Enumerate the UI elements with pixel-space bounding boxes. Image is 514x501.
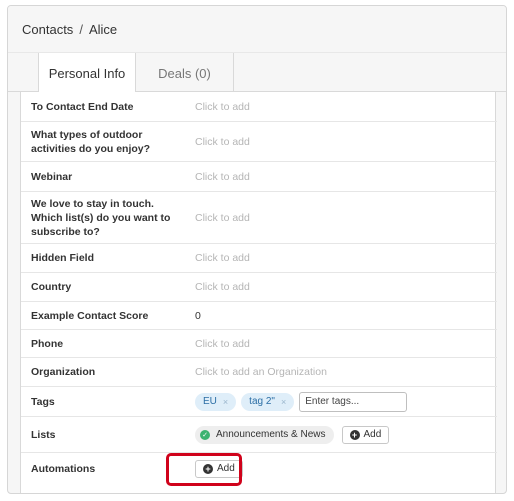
breadcrumb-current: Alice [88, 21, 118, 37]
field-label: What types of outdoor activities do you … [31, 128, 151, 155]
field-value[interactable]: Click to add [189, 330, 497, 357]
field-label: Example Contact Score [31, 309, 149, 322]
field-value[interactable]: Click to add [189, 273, 497, 301]
field-label: We love to stay in touch. Which list(s) … [31, 197, 171, 238]
field-label: Webinar [31, 170, 73, 183]
field-row: We love to stay in touch. Which list(s) … [21, 192, 497, 244]
tag-chip: EU × [195, 392, 237, 411]
add-list-button-label: Add [363, 429, 382, 440]
breadcrumb: Contacts / Alice [8, 6, 506, 52]
check-circle-icon: ✓ [200, 429, 210, 440]
tag-chip-label: EU [203, 396, 217, 407]
list-pill: ✓ Announcements & News [195, 425, 334, 444]
field-row: Webinar Click to add [21, 162, 497, 192]
tags-label: Tags [31, 395, 55, 408]
field-value[interactable]: Click to add [189, 122, 497, 161]
field-label: To Contact End Date [31, 100, 134, 113]
tags-value: EU × tag 2" × [189, 387, 497, 416]
field-row: Example Contact Score 0 [21, 302, 497, 330]
lists-label: Lists [31, 428, 56, 441]
tags-row: Tags EU × tag 2" × [21, 387, 497, 417]
field-row: Phone Click to add [21, 330, 497, 358]
field-label: Phone [31, 337, 64, 350]
field-row: Country Click to add [21, 273, 497, 302]
breadcrumb-separator: / [79, 21, 83, 37]
field-label: Organization [31, 366, 96, 378]
automations-label: Automations [31, 462, 96, 475]
lists-value: ✓ Announcements & News + Add [189, 417, 497, 452]
automations-value: + Add [189, 453, 497, 484]
field-value[interactable]: 0 [189, 302, 497, 329]
field-row: What types of outdoor activities do you … [21, 122, 497, 162]
tags-input[interactable] [299, 391, 408, 412]
tab-spacer [8, 53, 38, 93]
add-automation-button[interactable]: + Add [195, 459, 243, 478]
tab-bar: Personal Info Deals (0) [8, 52, 506, 94]
tag-remove-icon[interactable]: × [223, 397, 228, 407]
add-automation-button-label: Add [217, 463, 235, 474]
list-pill-label: Announcements & News [216, 429, 326, 440]
plus-circle-icon: + [203, 463, 213, 474]
automations-row: Automations + Add [21, 453, 497, 484]
tag-chip-label: tag 2" [249, 396, 275, 407]
field-value[interactable]: Click to add [189, 92, 497, 121]
tab-deals[interactable]: Deals (0) [136, 53, 234, 93]
field-value[interactable]: Click to add an Organization [189, 358, 497, 386]
personal-info-panel: To Contact End Date Click to add What ty… [20, 92, 497, 493]
tag-chip: tag 2" × [241, 392, 295, 411]
field-row: To Contact End Date Click to add [21, 92, 497, 122]
contact-window: Contacts / Alice Personal Info Deals (0)… [7, 5, 507, 494]
tab-personal-info[interactable]: Personal Info [38, 53, 136, 94]
plus-circle-icon: + [349, 429, 360, 440]
field-value[interactable]: Click to add [189, 244, 497, 272]
lists-row: Lists ✓ Announcements & News + Add [21, 417, 497, 453]
breadcrumb-contacts-link[interactable]: Contacts [22, 22, 73, 37]
field-value[interactable]: Click to add [189, 162, 497, 191]
tag-remove-icon[interactable]: × [281, 397, 286, 407]
field-row: Organization Click to add an Organizatio… [21, 358, 497, 387]
field-label: Hidden Field [31, 252, 94, 264]
field-row: Hidden Field Click to add [21, 244, 497, 273]
add-list-button[interactable]: + Add [341, 425, 390, 444]
field-value[interactable]: Click to add [189, 192, 497, 243]
field-label: Country [31, 281, 72, 293]
